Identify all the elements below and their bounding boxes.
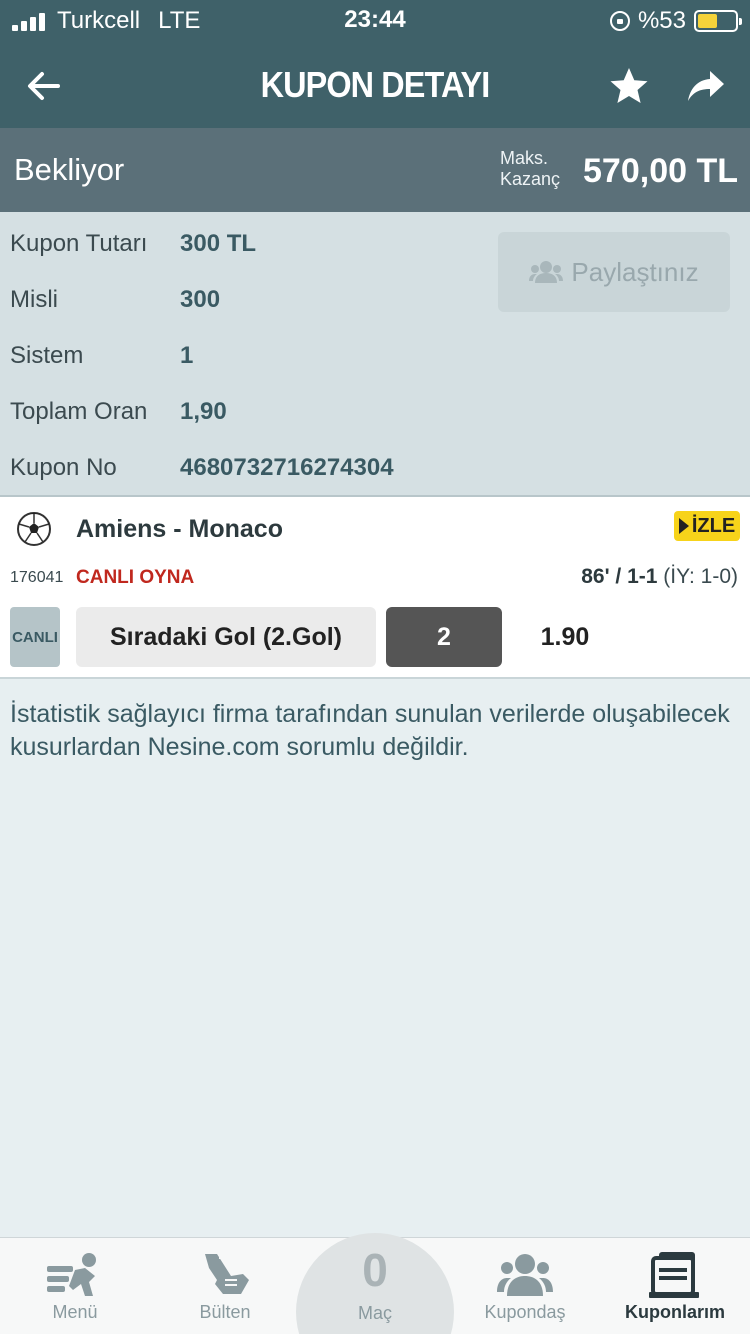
info-label: Kupon Tutarı: [10, 230, 148, 257]
rotation-lock-icon: [609, 11, 630, 31]
tab-label: Bülten: [199, 1302, 251, 1322]
info-value: 4680732716274304: [180, 454, 394, 481]
match-teams: Amiens - Monaco: [76, 515, 283, 543]
group-icon: [529, 261, 564, 283]
battery-icon: [694, 10, 742, 32]
favorite-star-icon[interactable]: [608, 65, 650, 107]
max-win-label: Maks. Kazanç: [500, 148, 560, 190]
minute-score: 86' / 1-1: [581, 565, 658, 588]
info-row-coupon-no: Kupon No 4680732716274304: [0, 454, 480, 494]
coupon-status-band: Bekliyor Maks. Kazanç 570,00 TL: [0, 128, 750, 212]
status-bar: Turkcell LTE 23:44 %53: [0, 0, 750, 40]
bet-odd: 1.90: [540, 623, 590, 651]
info-label: Toplam Oran: [10, 398, 148, 425]
info-value: 1: [180, 342, 194, 369]
live-play-link[interactable]: CANLI OYNA: [76, 567, 194, 589]
coupon-state: Bekliyor: [14, 152, 125, 187]
tab-label: Kupondaş: [484, 1302, 566, 1322]
max-win-value: 570,00 TL: [583, 152, 738, 190]
shared-button[interactable]: Paylaştınız: [498, 232, 730, 312]
info-label: Kupon No: [10, 454, 117, 481]
bet-market: Sıradaki Gol (2.Gol): [76, 607, 376, 667]
play-icon: [678, 518, 689, 534]
info-label: Misli: [10, 286, 58, 313]
ticket-hand-icon: [205, 1254, 249, 1294]
watch-label: İZLE: [691, 514, 736, 537]
coupon-info: Kupon Tutarı 300 TL Misli 300 Sistem 1 T…: [0, 212, 750, 495]
half-time-score: (İY: 1-0): [657, 565, 738, 588]
tab-label: Maç: [357, 1303, 392, 1323]
coupons-stack-icon: [649, 1252, 699, 1298]
battery-fill: [698, 14, 718, 28]
info-row-multiplier: Misli 300: [0, 286, 480, 326]
menu-runner-icon: [47, 1253, 96, 1296]
soccer-ball-icon: [17, 512, 51, 546]
info-row-amount: Kupon Tutarı 300 TL: [0, 230, 480, 270]
live-badge: CANLI: [10, 607, 60, 667]
app-header: Turkcell LTE 23:44 %53 KUPON DETAYI: [0, 0, 750, 128]
tab-kuponlarim[interactable]: Kuponlarım: [600, 1238, 750, 1334]
disclaimer-text: İstatistik sağlayıcı firma tarafından su…: [10, 700, 730, 761]
max-win-label-line1: Maks.: [500, 148, 549, 168]
tab-bar: 0 Maç Menü Bülten Kupondaş Kuponlarım: [0, 1233, 750, 1334]
info-value: 1,90: [180, 398, 227, 425]
match-score: 86' / 1-1 (İY: 1-0): [581, 565, 738, 589]
tab-kupondas[interactable]: Kupondaş: [450, 1238, 600, 1334]
tab-mac[interactable]: 0 Maç: [296, 1233, 454, 1334]
tab-label: Menü: [52, 1302, 98, 1322]
match-card[interactable]: Amiens - Monaco İZLE 176041 CANLI OYNA 8…: [0, 495, 750, 679]
match-code: 176041: [10, 569, 64, 586]
bet-pick: 2: [386, 607, 502, 667]
info-value: 300: [180, 286, 221, 313]
info-row-total-odds: Toplam Oran 1,90: [0, 398, 480, 438]
tab-menu[interactable]: Menü: [0, 1238, 150, 1334]
tab-bulten[interactable]: Bülten: [150, 1238, 300, 1334]
share-arrow-icon[interactable]: [686, 67, 726, 105]
max-win-label-line2: Kazanç: [500, 169, 561, 189]
tab-label: Kuponlarım: [624, 1302, 725, 1322]
battery-percent: %53: [637, 7, 686, 34]
shared-button-label: Paylaştınız: [571, 256, 699, 287]
nav-bar: KUPON DETAYI: [0, 40, 750, 128]
mac-count: 0: [362, 1244, 388, 1296]
group-icon: [497, 1254, 553, 1296]
info-value: 300 TL: [180, 230, 257, 257]
info-label: Sistem: [10, 342, 84, 369]
status-right: %53: [609, 7, 742, 35]
watch-button[interactable]: İZLE: [674, 511, 740, 541]
info-row-system: Sistem 1: [0, 342, 480, 382]
